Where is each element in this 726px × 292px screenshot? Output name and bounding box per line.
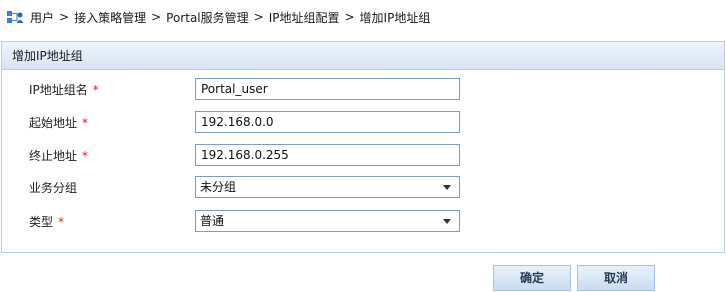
chevron-down-icon[interactable] <box>443 219 451 224</box>
confirm-button[interactable]: 确定 <box>493 265 571 291</box>
breadcrumb-item-add-ip-group: 增加IP地址组 <box>359 10 431 25</box>
required-mark: * <box>92 83 99 97</box>
breadcrumb-item-portal-service[interactable]: Portal服务管理 <box>166 9 248 26</box>
page: 用户 > 接入策略管理 > Portal服务管理 > IP地址组配置 > 增加I… <box>0 0 726 292</box>
business-group-select[interactable]: 未分组 <box>195 176 460 198</box>
breadcrumb-item-user[interactable]: 用户 <box>30 9 54 26</box>
breadcrumb-item-access-policy[interactable]: 接入策略管理 <box>74 9 146 26</box>
required-mark: * <box>82 116 89 130</box>
breadcrumb-separator: > <box>253 10 264 24</box>
type-label: 类型 * <box>29 215 65 229</box>
end-address-input[interactable] <box>195 144 460 166</box>
cancel-button[interactable]: 取消 <box>577 265 655 291</box>
business-group-selected: 未分组 <box>200 180 237 194</box>
end-address-label: 终止地址 * <box>29 149 89 163</box>
group-name-label: IP地址组名 * <box>29 83 99 97</box>
business-group-label: 业务分组 <box>29 181 78 195</box>
form-row-end-address: 终止地址 * <box>2 144 724 168</box>
breadcrumb-separator: > <box>59 10 70 24</box>
group-name-input[interactable] <box>195 78 460 100</box>
breadcrumb-item-ip-group-config[interactable]: IP地址组配置 <box>269 9 340 26</box>
add-ip-group-panel: 增加IP地址组 IP地址组名* 起始地址* 终止地址* 业务分组 未分组 类型*… <box>1 41 725 253</box>
chevron-down-icon[interactable] <box>443 185 451 190</box>
start-address-label: 起始地址 * <box>29 116 89 130</box>
required-mark: * <box>82 149 89 163</box>
user-network-icon <box>6 9 24 25</box>
type-select[interactable]: 普通 <box>195 210 460 232</box>
form-row-start-address: 起始地址 * <box>2 111 724 135</box>
breadcrumb-separator: > <box>151 10 162 24</box>
type-selected: 普通 <box>200 214 225 228</box>
breadcrumb-separator: > <box>344 10 355 24</box>
required-mark: * <box>58 215 65 229</box>
start-address-input[interactable] <box>195 111 460 133</box>
breadcrumb: 用户 > 接入策略管理 > Portal服务管理 > IP地址组配置 > 增加I… <box>6 8 430 26</box>
panel-title: 增加IP地址组 <box>2 42 724 70</box>
form-row-type: 类型 * 普通 <box>2 210 724 234</box>
form-row-group-name: IP地址组名 * <box>2 78 724 102</box>
form-row-business-group: 业务分组 未分组 <box>2 176 724 200</box>
